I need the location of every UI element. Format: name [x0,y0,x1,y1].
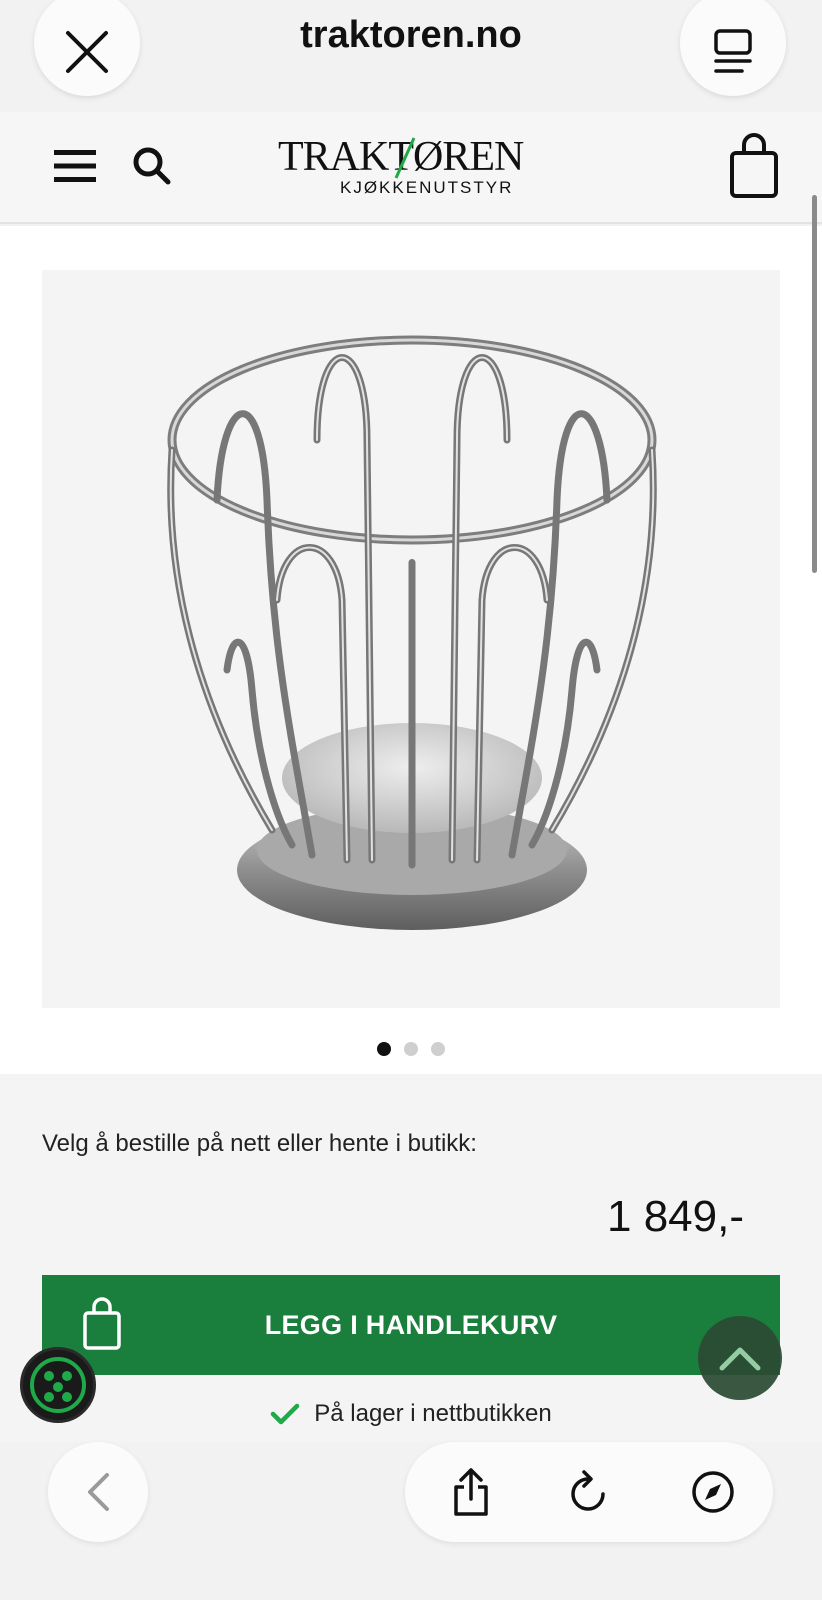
add-to-cart-label: LEGG I HANDLEKURV [264,1309,558,1340]
cookie-icon [30,1357,86,1413]
chevron-left-icon [88,1473,109,1511]
chevron-up-icon [719,1347,761,1371]
checkmark-icon [271,1403,300,1425]
compass-icon [692,1471,734,1513]
gallery-dot[interactable] [404,1042,418,1056]
reload-button[interactable] [561,1464,617,1520]
compass-button[interactable] [685,1464,741,1520]
search-button[interactable] [130,144,174,188]
gallery-dot[interactable] [431,1042,445,1056]
browser-top-bar: traktoren.no [0,0,822,112]
purchase-section: Velg å bestille på nett eller hente i bu… [0,1074,822,1444]
site-logo[interactable]: TRAKTØREN KJØKKENUTSTYR [278,136,548,200]
browser-actions [405,1442,773,1542]
cookie-settings-button[interactable] [20,1347,96,1423]
stock-status: På lager i nettbutikken [0,1400,822,1428]
reload-icon [571,1470,605,1511]
shopping-bag-icon [730,133,778,198]
tabs-icon [714,29,752,73]
stock-status-text: På lager i nettbutikken [314,1400,552,1427]
browser-bottom-bar [0,1442,822,1600]
product-price: 1 849,- [607,1192,744,1241]
shopping-bag-icon [83,1297,121,1350]
add-to-cart-button[interactable]: LEGG I HANDLEKURV [42,1275,780,1375]
gallery-dots [0,1042,822,1056]
page-scrollbar[interactable] [812,195,817,573]
order-prompt: Velg å bestille på nett eller hente i bu… [42,1130,477,1157]
logo-green-stroke [394,137,416,179]
gallery-dot[interactable] [377,1042,391,1056]
search-icon [133,147,171,185]
menu-button[interactable] [52,146,98,186]
wire-basket-image [167,335,657,930]
back-button[interactable] [48,1442,148,1542]
hamburger-menu-icon [54,150,96,182]
share-button[interactable] [443,1464,499,1520]
cart-button[interactable] [728,132,780,200]
logo-subtitle: KJØKKENUTSTYR [340,178,514,197]
share-icon [454,1468,488,1516]
scroll-to-top-button[interactable] [698,1316,782,1400]
product-image[interactable] [42,270,780,1008]
site-header: TRAKTØREN KJØKKENUTSTYR [0,112,822,224]
tabs-button[interactable] [680,0,786,96]
product-content [0,226,822,1076]
